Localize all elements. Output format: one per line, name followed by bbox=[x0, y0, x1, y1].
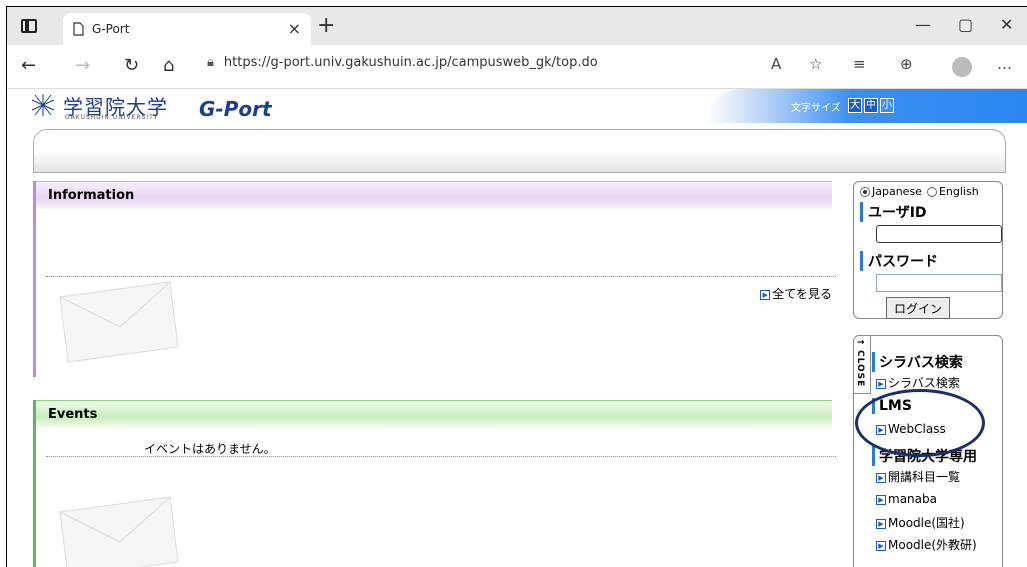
password-input[interactable] bbox=[876, 274, 1002, 292]
manaba-label: manaba bbox=[888, 492, 937, 506]
manaba-link[interactable]: ▶ manaba bbox=[876, 492, 937, 506]
course-list-label: 開講科目一覧 bbox=[888, 470, 961, 484]
close-label: CLOSE bbox=[855, 350, 865, 388]
arrow-box-icon: ▶ bbox=[876, 378, 886, 389]
browser-titlebar: G-Port × + — ▢ ✕ bbox=[7, 7, 1027, 45]
forward-icon[interactable]: → bbox=[75, 55, 90, 76]
information-panel: Information ▶ 全てを見る bbox=[33, 181, 836, 377]
envelope-icon bbox=[59, 496, 179, 567]
password-label: パスワード bbox=[860, 251, 996, 271]
maximize-icon[interactable]: ▢ bbox=[958, 15, 973, 34]
envelope-icon bbox=[59, 281, 179, 363]
moodle-kokusha-label: Moodle(国社) bbox=[888, 516, 965, 530]
moodle-kokusha-link[interactable]: ▶ Moodle(国社) bbox=[876, 514, 965, 531]
login-button[interactable]: ログイン bbox=[886, 297, 950, 319]
font-large-button[interactable]: 大 bbox=[848, 98, 862, 113]
events-title: Events bbox=[36, 400, 832, 428]
font-size-label: 文字サイズ bbox=[791, 103, 841, 114]
add-favorite-icon[interactable]: ☆ bbox=[809, 55, 822, 73]
annotation-circle bbox=[855, 389, 985, 457]
lock-icon[interactable]: 🔒︎ bbox=[207, 55, 214, 70]
arrow-box-icon: ▶ bbox=[876, 472, 886, 483]
gport-logo[interactable]: G-Port bbox=[199, 97, 272, 121]
course-list-link[interactable]: ▶ 開講科目一覧 bbox=[876, 468, 960, 485]
moodle-gaikyoken-link[interactable]: ▶ Moodle(外教研) bbox=[876, 536, 977, 553]
profile-avatar[interactable] bbox=[952, 57, 972, 77]
font-small-button[interactable]: 小 bbox=[880, 98, 894, 113]
userid-input[interactable] bbox=[876, 225, 1002, 243]
information-title: Information bbox=[36, 181, 832, 209]
new-tab-icon[interactable]: + bbox=[317, 13, 335, 38]
close-side-menu-tab[interactable]: → CLOSE bbox=[853, 336, 871, 394]
english-label[interactable]: English bbox=[939, 185, 979, 198]
home-icon[interactable]: ⌂ bbox=[163, 55, 174, 76]
close-window-icon[interactable]: ✕ bbox=[1000, 15, 1013, 34]
url-text: https://g-port.univ.gakushuin.ac.jp/camp… bbox=[223, 55, 598, 70]
arrow-box-icon: ▶ bbox=[876, 540, 886, 551]
font-size-bar: 文字サイズ 大 中 小 bbox=[707, 89, 1027, 123]
font-medium-button[interactable]: 中 bbox=[864, 98, 878, 113]
no-events-text: イベントはありません。 bbox=[144, 442, 276, 456]
view-all-label: 全てを見る bbox=[772, 287, 832, 301]
japanese-label[interactable]: Japanese bbox=[872, 185, 922, 198]
favorites-icon[interactable]: ≡ bbox=[853, 55, 866, 73]
address-bar[interactable]: 🔒︎ https://g-port.univ.gakushuin.ac.jp/ca… bbox=[207, 55, 598, 70]
userid-label: ユーザID bbox=[860, 202, 996, 222]
moodle-gaikyoken-label: Moodle(外教研) bbox=[888, 538, 977, 552]
page-content: 学習院大学 GAKUSHUIN UNIVERSITY G-Port 文字サイズ … bbox=[7, 89, 1027, 567]
arrow-right-icon: → bbox=[857, 338, 865, 348]
arrow-box-icon: ▶ bbox=[876, 518, 886, 529]
divider bbox=[46, 456, 836, 457]
close-tab-icon[interactable]: × bbox=[288, 19, 301, 38]
site-header: 学習院大学 GAKUSHUIN UNIVERSITY G-Port 文字サイズ … bbox=[7, 89, 1027, 123]
page-icon bbox=[73, 22, 84, 36]
events-panel: Events イベントはありません。 bbox=[33, 400, 836, 567]
syllabus-heading: シラバス検索 bbox=[872, 352, 963, 372]
university-logo-icon bbox=[31, 94, 55, 116]
language-selector: Japanese English bbox=[860, 185, 996, 198]
syllabus-link-label: シラバス検索 bbox=[888, 376, 960, 390]
collections-icon[interactable]: ⊕ bbox=[900, 55, 913, 73]
university-name-en: GAKUSHUIN UNIVERSITY bbox=[65, 114, 159, 121]
main-menu-bar bbox=[33, 129, 1006, 173]
browser-tab[interactable]: G-Port × bbox=[63, 13, 311, 45]
browser-window: G-Port × + — ▢ ✕ ← → ↻ ⌂ 🔒︎ https://g-por… bbox=[6, 6, 1027, 567]
more-icon[interactable]: … bbox=[997, 55, 1012, 73]
browser-toolbar: ← → ↻ ⌂ 🔒︎ https://g-port.univ.gakushuin.… bbox=[7, 45, 1027, 89]
read-aloud-icon[interactable]: A bbox=[771, 55, 781, 73]
tab-title: G-Port bbox=[92, 22, 130, 36]
refresh-icon[interactable]: ↻ bbox=[124, 55, 139, 76]
japanese-radio[interactable] bbox=[860, 186, 870, 197]
login-box: Japanese English ユーザID パスワード ログイン bbox=[853, 181, 1003, 319]
back-icon[interactable]: ← bbox=[21, 55, 36, 76]
arrow-box-icon: ▶ bbox=[876, 494, 886, 505]
view-all-link[interactable]: ▶ 全てを見る bbox=[760, 285, 832, 302]
arrow-box-icon: ▶ bbox=[760, 289, 771, 300]
minimize-icon[interactable]: — bbox=[915, 15, 931, 34]
english-radio[interactable] bbox=[926, 186, 937, 197]
tab-actions-icon[interactable] bbox=[21, 19, 37, 33]
